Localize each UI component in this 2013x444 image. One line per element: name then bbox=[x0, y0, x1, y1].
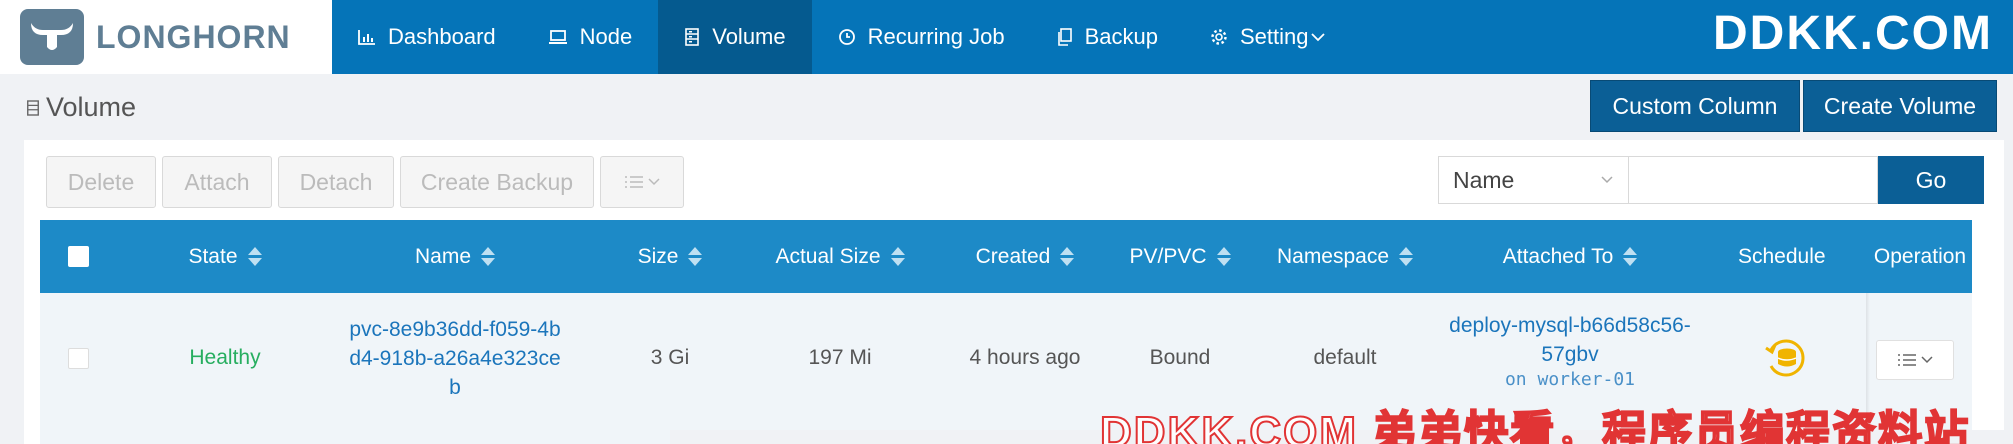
bulk-actions-dropdown[interactable] bbox=[600, 156, 684, 208]
volume-name-line: pvc-8e9b36dd-f059-4b bbox=[349, 317, 561, 341]
main-nav: Dashboard Node Volume Recurring Job Back… bbox=[332, 0, 1352, 74]
row-checkbox[interactable] bbox=[68, 348, 89, 369]
nav-volume-label: Volume bbox=[712, 24, 786, 49]
column-header-size[interactable]: Size bbox=[610, 220, 730, 293]
column-header-pv-pvc-label: PV/PVC bbox=[1129, 244, 1207, 268]
watermark-text: DDKK.COM bbox=[1713, 7, 1993, 60]
nav-dashboard-label: Dashboard bbox=[388, 24, 496, 49]
table-header: State Name Size Actual Size Created PV/P… bbox=[40, 220, 1972, 293]
search-input[interactable] bbox=[1629, 156, 1878, 204]
nav-setting-label: Setting bbox=[1239, 24, 1309, 49]
sort-icon bbox=[1216, 247, 1231, 266]
volume-name-line: d4-918b-a26a4e323ce bbox=[349, 346, 561, 370]
filter-field-select[interactable]: Name bbox=[1438, 156, 1629, 204]
schedule-database-icon[interactable] bbox=[1763, 336, 1807, 380]
column-header-namespace-label: Namespace bbox=[1276, 244, 1390, 268]
nav-recurring-job-label: Recurring Job bbox=[867, 24, 1005, 49]
attached-pod-link[interactable]: deploy-mysql-b66d58c56- bbox=[1449, 311, 1691, 340]
attached-node: on worker-01 bbox=[1504, 369, 1636, 390]
sort-icon bbox=[247, 247, 262, 266]
column-header-state[interactable]: State bbox=[150, 220, 300, 293]
column-header-namespace[interactable]: Namespace bbox=[1250, 220, 1440, 293]
list-icon bbox=[1897, 353, 1917, 367]
database-icon bbox=[26, 99, 40, 117]
volume-name-link[interactable]: pvc-8e9b36dd-f059-4b d4-918b-a26a4e323ce… bbox=[340, 293, 570, 423]
bar-chart-icon bbox=[358, 29, 376, 45]
volume-state: Healthy bbox=[189, 346, 261, 369]
brand[interactable]: LONGHORN bbox=[0, 0, 332, 74]
column-header-actual-size[interactable]: Actual Size bbox=[740, 220, 940, 293]
sort-icon bbox=[890, 247, 905, 266]
sort-icon bbox=[481, 247, 496, 266]
sort-icon bbox=[1623, 247, 1638, 266]
column-header-schedule-label: Schedule bbox=[1738, 244, 1826, 268]
column-header-size-label: Size bbox=[637, 244, 679, 268]
column-header-pv-pvc[interactable]: PV/PVC bbox=[1110, 220, 1250, 293]
volume-attached-to: deploy-mysql-b66d58c56- 57gbv on worker-… bbox=[1430, 311, 1710, 390]
page-title: Volume bbox=[26, 92, 136, 123]
clock-icon bbox=[838, 28, 856, 46]
volume-size: 3 Gi bbox=[650, 346, 690, 369]
laptop-icon bbox=[548, 29, 568, 45]
nav-setting[interactable]: Setting bbox=[1184, 0, 1353, 74]
nav-volume[interactable]: Volume bbox=[658, 0, 812, 74]
column-header-name-label: Name bbox=[414, 244, 472, 268]
select-all-checkbox[interactable] bbox=[68, 246, 89, 267]
column-header-created-label: Created bbox=[975, 244, 1051, 268]
create-backup-button[interactable]: Create Backup bbox=[400, 156, 594, 208]
volume-actual-size: 197 Mi bbox=[808, 346, 872, 369]
longhorn-logo-icon bbox=[20, 9, 84, 65]
column-header-schedule: Schedule bbox=[1710, 220, 1866, 293]
column-header-operation: Operation bbox=[1870, 220, 1970, 293]
column-header-created[interactable]: Created bbox=[940, 220, 1110, 293]
database-icon bbox=[684, 28, 700, 46]
attached-pod-link[interactable]: 57gbv bbox=[1541, 340, 1598, 369]
gear-icon bbox=[1210, 28, 1228, 46]
row-operation-dropdown[interactable] bbox=[1876, 340, 1954, 380]
filter-field-value: Name bbox=[1453, 166, 1515, 193]
chevron-down-icon bbox=[1921, 356, 1933, 364]
nav-node-label: Node bbox=[579, 24, 633, 49]
page-title-text: Volume bbox=[46, 92, 137, 122]
column-header-attached-to[interactable]: Attached To bbox=[1450, 220, 1690, 293]
custom-column-button[interactable]: Custom Column bbox=[1590, 80, 1800, 132]
nav-backup-label: Backup bbox=[1084, 24, 1158, 49]
attach-button[interactable]: Attach bbox=[162, 156, 272, 208]
go-button[interactable]: Go bbox=[1878, 156, 1984, 204]
list-icon bbox=[624, 175, 644, 189]
chevron-down-icon bbox=[1310, 31, 1326, 43]
brand-name: LONGHORN bbox=[96, 18, 291, 55]
nav-dashboard[interactable]: Dashboard bbox=[332, 0, 522, 74]
column-header-attached-to-label: Attached To bbox=[1502, 244, 1614, 268]
sort-icon bbox=[688, 247, 703, 266]
column-header-state-label: State bbox=[188, 244, 238, 268]
column-header-operation-label: Operation bbox=[1873, 244, 1967, 268]
nav-node[interactable]: Node bbox=[522, 0, 659, 74]
volume-created: 4 hours ago bbox=[969, 346, 1081, 369]
nav-backup[interactable]: Backup bbox=[1031, 0, 1184, 74]
chevron-down-icon bbox=[1600, 169, 1614, 196]
chevron-down-icon bbox=[648, 178, 660, 186]
column-header-actual-size-label: Actual Size bbox=[775, 244, 881, 268]
detach-button[interactable]: Detach bbox=[278, 156, 394, 208]
copy-icon bbox=[1057, 28, 1073, 46]
top-header: LONGHORN Dashboard Node Volume Recurring… bbox=[0, 0, 2013, 74]
sort-icon bbox=[1060, 247, 1075, 266]
delete-button[interactable]: Delete bbox=[46, 156, 156, 208]
column-header-name[interactable]: Name bbox=[340, 220, 570, 293]
watermark-text: DDKK.COM 弟弟快看，程序员编程资料站 bbox=[1099, 407, 1971, 444]
sort-icon bbox=[1399, 247, 1414, 266]
create-volume-button[interactable]: Create Volume bbox=[1803, 80, 1997, 132]
nav-recurring-job[interactable]: Recurring Job bbox=[812, 0, 1031, 74]
volume-name-line: b bbox=[449, 375, 461, 399]
